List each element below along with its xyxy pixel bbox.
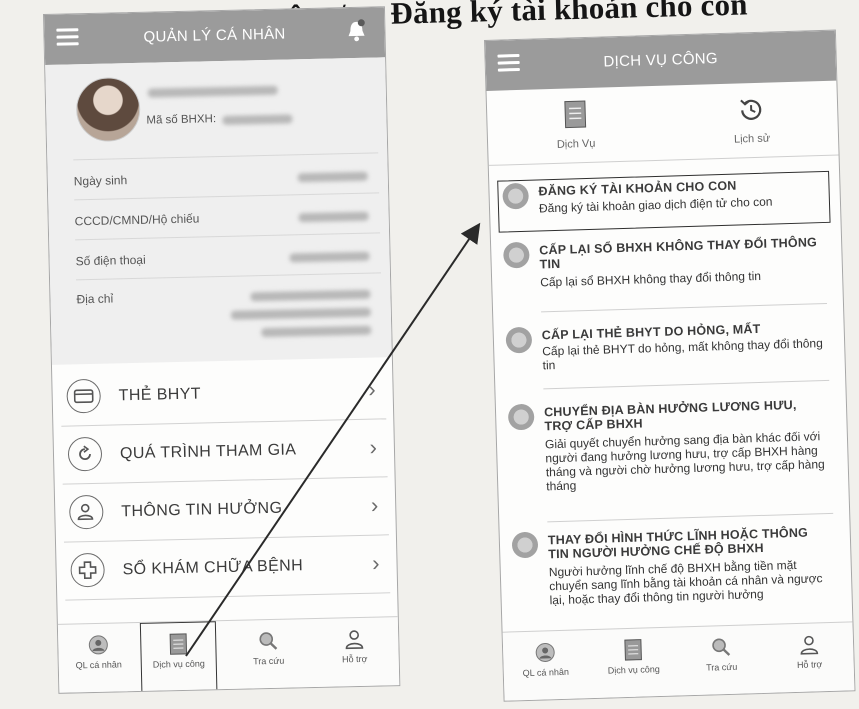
service-item-change-payment[interactable]: THAY ĐỔI HÌNH THỨC LĨNH HOẶC THÔNG TIN N… (508, 521, 841, 631)
nav-personal[interactable]: QL cá nhân (58, 623, 140, 693)
bhxh-number-label: Mã số BHXH: (146, 113, 217, 127)
service-item-transfer-pension[interactable]: CHUYỂN ĐỊA BÀN HƯỞNG LƯƠNG HƯU, TRỢ CẤP … (504, 393, 838, 533)
service-description: Giải quyết chuyển hưởng sang địa bàn khá… (544, 429, 825, 494)
card-icon (66, 378, 102, 414)
nav-label: QL cá nhân (522, 666, 570, 679)
service-item-reissue-book[interactable]: CẤP LẠI SỔ BHXH KHÔNG THAY ĐỔI THÔNG TIN… (499, 231, 831, 321)
avatar (75, 76, 141, 143)
screen-title: QUẢN LÝ CÁ NHÂN (143, 25, 286, 46)
insurance-logo-icon (505, 326, 533, 354)
service-item-reissue-card[interactable]: CẤP LẠI THẺ BHYT DO HỎNG, MẤT Cấp lại th… (501, 316, 833, 406)
nav-label: Tra cứu (253, 655, 285, 667)
insurance-logo-icon (511, 531, 539, 559)
refresh-icon (67, 436, 103, 472)
insurance-logo-icon (503, 241, 530, 269)
person-icon (535, 642, 555, 662)
divider (547, 512, 834, 523)
app-bar: QUẢN LÝ CÁ NHÂN (44, 7, 386, 65)
nav-personal[interactable]: QL cá nhân (503, 630, 589, 700)
nav-support[interactable]: Hỗ trợ (766, 622, 852, 692)
document-icon (624, 639, 642, 661)
menu-item-label: QUÁ TRÌNH THAM GIA (119, 441, 297, 463)
service-title: CẤP LẠI SỔ BHXH KHÔNG THAY ĐỔI THÔNG TIN (539, 235, 818, 272)
nav-label: Hỗ trợ (341, 653, 368, 665)
bell-icon[interactable] (346, 19, 367, 43)
bottom-nav: QL cá nhân Dịch vụ công Tra cứu Hỗ trợ (502, 621, 855, 701)
divider (75, 232, 381, 241)
divider (73, 152, 379, 161)
menu-item-participation-history[interactable]: QUÁ TRÌNH THAM GIA › (61, 420, 388, 485)
nav-lookup[interactable]: Tra cứu (228, 619, 310, 689)
menu-item-benefit-info[interactable]: THÔNG TIN HƯỞNG › (62, 478, 389, 543)
insurance-logo-icon (502, 182, 530, 210)
nav-label: QL cá nhân (75, 659, 122, 671)
nav-label: Dịch vụ công (152, 658, 205, 670)
heading-text: Đăng ký tài khoản cho con (389, 0, 749, 31)
support-icon (800, 635, 819, 655)
divider (76, 272, 381, 281)
history-icon (740, 99, 762, 120)
search-icon (259, 632, 278, 650)
tab-services[interactable]: Dịch Vụ (487, 86, 665, 165)
chevron-right-icon: › (371, 550, 380, 576)
person-icon (88, 635, 108, 655)
personal-management-screen: QUẢN LÝ CÁ NHÂN Mã số BHXH: Ngày sinh CC… (43, 6, 401, 694)
user-icon (68, 494, 104, 530)
document-icon (169, 633, 188, 655)
menu-item-label: SỔ KHÁM CHỮA BỆNH (122, 557, 304, 579)
tab-history[interactable]: Lịch sử (662, 81, 840, 160)
service-title: THAY ĐỔI HÌNH THỨC LĨNH HOẶC THÔNG TIN N… (547, 525, 809, 562)
nav-public-services[interactable]: Dịch vụ công (139, 621, 218, 693)
menu-item-label: THÔNG TIN HƯỞNG (121, 499, 283, 521)
bhxh-number-redacted (222, 114, 293, 125)
chevron-right-icon: › (369, 434, 378, 460)
nav-lookup[interactable]: Tra cứu (679, 625, 765, 695)
chevron-right-icon: › (370, 492, 379, 518)
dob-redacted (297, 171, 368, 183)
screen-title: DỊCH VỤ CÔNG (603, 50, 719, 71)
plus-icon (70, 552, 106, 588)
menu-item-label: THẺ BHYT (118, 385, 202, 405)
tab-label: Dịch Vụ (556, 137, 596, 151)
bottom-nav: QL cá nhân Dịch vụ công Tra cứu Hỗ trợ (57, 616, 400, 693)
divider (74, 192, 380, 201)
search-icon (712, 638, 731, 656)
document-icon (564, 100, 587, 129)
address-redacted (230, 307, 371, 320)
divider (541, 302, 827, 313)
nav-public-services[interactable]: Dịch vụ công (591, 628, 677, 698)
profile-card: Mã số BHXH: Ngày sinh CCCD/CMND/Hộ chiếu… (45, 57, 392, 365)
insurance-logo-icon (507, 403, 535, 431)
service-description: Cấp lại thẻ BHYT do hỏng, mất không thay… (542, 336, 823, 373)
service-description: Người hưởng lĩnh chế độ BHXH bằng tiền m… (548, 557, 823, 608)
id-redacted (298, 211, 369, 223)
menu-item-bhyt-card[interactable]: THẺ BHYT › (60, 362, 387, 427)
nav-support[interactable]: Hỗ trợ (314, 617, 396, 687)
nav-label: Hỗ trợ (796, 659, 823, 670)
chevron-right-icon: › (367, 376, 376, 402)
nav-label: Dịch vụ công (607, 664, 660, 676)
service-item-register-child-account[interactable]: ĐĂNG KÝ TÀI KHOẢN CHO CON Đăng ký tài kh… (497, 170, 831, 233)
address-redacted (261, 325, 372, 338)
support-icon (345, 630, 364, 650)
nav-label: Tra cứu (705, 661, 738, 673)
public-services-screen: DỊCH VỤ CÔNG Dịch Vụ Lịch sử ĐĂNG KÝ TÀI… (484, 29, 856, 702)
tab-label: Lịch sử (733, 132, 771, 146)
user-name-redacted (147, 85, 278, 98)
menu-item-medical-record[interactable]: SỔ KHÁM CHỮA BỆNH › (64, 536, 391, 601)
divider (543, 379, 830, 390)
service-tabs: Dịch Vụ Lịch sử (486, 80, 840, 166)
phone-redacted (289, 251, 370, 263)
service-title: CHUYỂN ĐỊA BÀN HƯỞNG LƯƠNG HƯU, TRỢ CẤP … (543, 397, 797, 434)
service-description: Cấp lại sổ BHXH không thay đổi thông tin (540, 268, 762, 290)
